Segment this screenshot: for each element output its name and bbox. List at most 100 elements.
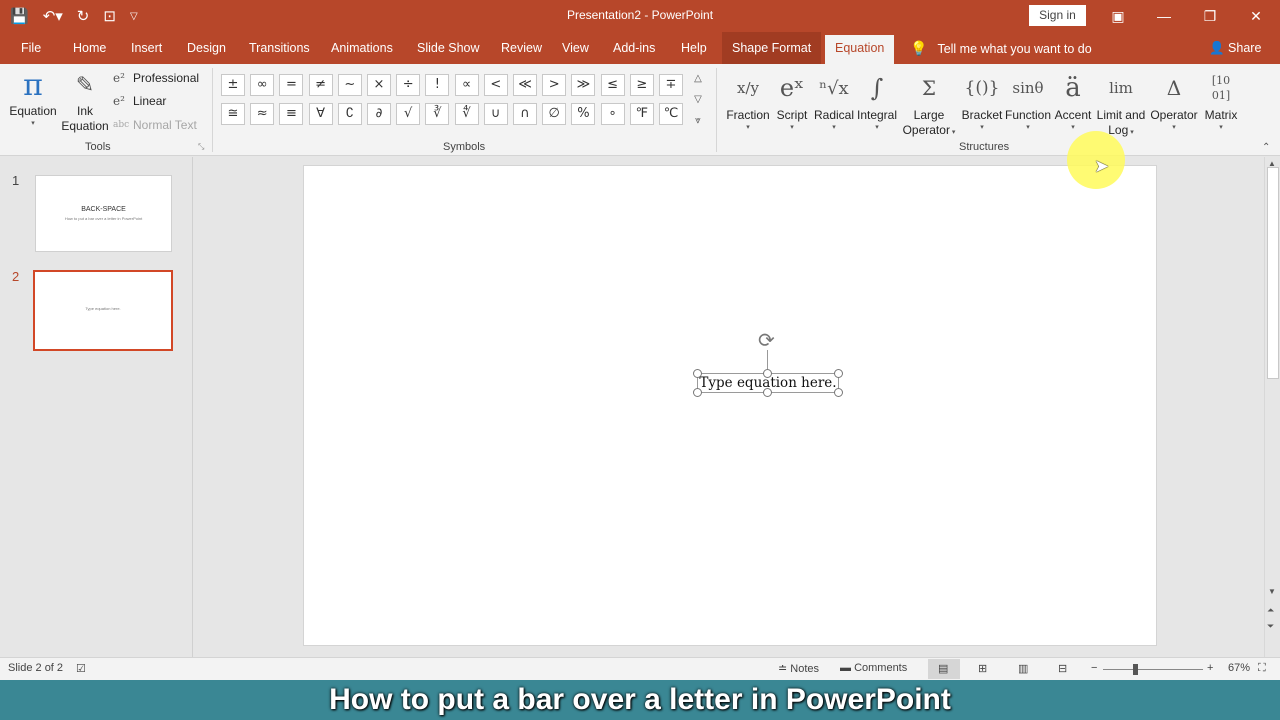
- symbol-button[interactable]: !: [425, 74, 450, 96]
- tab-transitions[interactable]: Transitions: [239, 32, 320, 64]
- resize-handle[interactable]: [693, 369, 702, 378]
- symbol-button[interactable]: ~: [337, 74, 362, 96]
- share-button[interactable]: 👤 Share: [1209, 32, 1261, 64]
- symbol-button[interactable]: %: [571, 103, 596, 125]
- tab-animations[interactable]: Animations: [321, 32, 403, 64]
- bracket-button[interactable]: {()} Bracket ▾: [959, 68, 1005, 133]
- next-slide-icon[interactable]: ⏷: [1267, 621, 1274, 632]
- tab-equation[interactable]: Equation: [825, 35, 895, 64]
- symbol-button[interactable]: ≡: [279, 103, 304, 125]
- symbol-button[interactable]: =: [279, 74, 304, 96]
- tell-me-search[interactable]: 💡 Tell me what you want to do: [910, 32, 1092, 64]
- scroll-up-icon[interactable]: △: [689, 70, 707, 88]
- symbol-button[interactable]: ÷: [396, 74, 421, 96]
- symbol-button[interactable]: ℉: [629, 103, 654, 125]
- symbol-button[interactable]: ≪: [513, 74, 537, 96]
- resize-handle[interactable]: [834, 369, 843, 378]
- comments-button[interactable]: ▬ Comments: [840, 662, 907, 674]
- accessibility-icon[interactable]: ☑: [76, 662, 86, 675]
- symbol-button[interactable]: ≥: [629, 74, 654, 96]
- slide-thumbnail-2[interactable]: Type equation here.: [33, 270, 173, 351]
- tab-home[interactable]: Home: [63, 32, 116, 64]
- collapse-ribbon-icon[interactable]: ⌃: [1262, 142, 1270, 153]
- symbol-button[interactable]: ∩: [513, 103, 537, 125]
- symbol-button[interactable]: >: [542, 74, 567, 96]
- slide-canvas[interactable]: [303, 165, 1157, 646]
- more-symbols-icon[interactable]: ⩔: [689, 112, 707, 130]
- minimize-icon[interactable]: —: [1141, 0, 1187, 32]
- symbol-button[interactable]: ℃: [659, 103, 683, 125]
- linear-button[interactable]: e² Linear: [113, 94, 166, 108]
- symbol-button[interactable]: ∘: [600, 103, 625, 125]
- fraction-button[interactable]: x/y Fraction ▾: [724, 68, 772, 133]
- zoom-slider-thumb[interactable]: [1133, 664, 1138, 675]
- restore-icon[interactable]: ❐: [1187, 0, 1233, 32]
- script-button[interactable]: eˣ Script ▾: [772, 68, 812, 133]
- symbol-button[interactable]: ±: [221, 74, 245, 96]
- slideshow-icon[interactable]: ⊟: [1058, 662, 1067, 675]
- tab-add-ins[interactable]: Add-ins: [603, 32, 665, 64]
- close-icon[interactable]: ✕: [1233, 0, 1279, 32]
- accent-button[interactable]: ä Accent ▾: [1051, 68, 1095, 133]
- resize-handle[interactable]: [834, 388, 843, 397]
- symbol-button[interactable]: ≤: [600, 74, 625, 96]
- slide-sorter-icon[interactable]: ⊞: [978, 662, 987, 675]
- resize-handle[interactable]: [763, 369, 772, 378]
- symbol-button[interactable]: ≅: [221, 103, 245, 125]
- scrollbar-thumb[interactable]: [1267, 167, 1279, 379]
- ink-equation-button[interactable]: ✎ Ink Equation: [60, 68, 110, 134]
- symbol-button[interactable]: ≫: [571, 74, 596, 96]
- notes-button[interactable]: ≐ Notes: [778, 662, 819, 675]
- symbol-button[interactable]: ×: [367, 74, 391, 96]
- symbol-button[interactable]: ∪: [483, 103, 508, 125]
- vertical-scrollbar[interactable]: ▲ ▼ ⏶ ⏷: [1264, 157, 1280, 657]
- normal-view-icon[interactable]: ▤: [938, 662, 948, 675]
- tab-view[interactable]: View: [552, 32, 599, 64]
- zoom-out-icon[interactable]: −: [1091, 662, 1097, 674]
- symbol-button[interactable]: ∅: [542, 103, 567, 125]
- symbol-button[interactable]: ∛: [425, 103, 450, 125]
- zoom-level[interactable]: 67%: [1228, 662, 1250, 674]
- reading-view-icon[interactable]: ▥: [1018, 662, 1028, 675]
- scroll-down-arrow-icon[interactable]: ▼: [1268, 587, 1276, 596]
- tab-design[interactable]: Design: [177, 32, 236, 64]
- function-button[interactable]: sinθ Function ▾: [1005, 68, 1051, 133]
- sign-in-button[interactable]: Sign in: [1029, 5, 1086, 26]
- fit-to-window-icon[interactable]: ⛶: [1258, 662, 1266, 675]
- matrix-button[interactable]: [10 01] Matrix ▾: [1201, 68, 1241, 133]
- dialog-launcher-icon[interactable]: ⤡: [198, 142, 204, 152]
- tab-review[interactable]: Review: [491, 32, 552, 64]
- tab-file[interactable]: File: [11, 32, 51, 64]
- symbol-button[interactable]: ∜: [454, 103, 479, 125]
- symbol-button[interactable]: ∝: [454, 74, 479, 96]
- equation-button[interactable]: π Equation ▾: [8, 68, 58, 129]
- zoom-in-icon[interactable]: +: [1207, 662, 1213, 674]
- previous-slide-icon[interactable]: ⏶: [1267, 605, 1274, 616]
- radical-button[interactable]: ⁿ√x Radical ▾: [812, 68, 856, 133]
- large-operator-button[interactable]: Σ Large Operator ▾: [899, 68, 959, 140]
- symbol-button[interactable]: ∂: [367, 103, 391, 125]
- symbol-button[interactable]: ∀: [308, 103, 333, 125]
- symbol-button[interactable]: ≠: [308, 74, 333, 96]
- tab-shape-format[interactable]: Shape Format: [722, 32, 822, 64]
- professional-button[interactable]: e² Professional: [113, 71, 199, 85]
- integral-button[interactable]: ∫ Integral ▾: [855, 68, 899, 133]
- scroll-down-icon[interactable]: ▽: [689, 91, 707, 109]
- tab-insert[interactable]: Insert: [121, 32, 172, 64]
- resize-handle[interactable]: [763, 388, 772, 397]
- symbol-button[interactable]: <: [483, 74, 508, 96]
- symbol-button[interactable]: √: [396, 103, 421, 125]
- normal-text-button[interactable]: abc Normal Text: [113, 118, 197, 132]
- tab-help[interactable]: Help: [671, 32, 717, 64]
- tab-slide-show[interactable]: Slide Show: [407, 32, 490, 64]
- symbol-button[interactable]: ∁: [337, 103, 362, 125]
- ribbon-display-icon[interactable]: ▣: [1095, 0, 1141, 32]
- operator-button[interactable]: Δ Operator ▾: [1147, 68, 1201, 133]
- resize-handle[interactable]: [693, 388, 702, 397]
- symbol-button[interactable]: ∞: [250, 74, 275, 96]
- symbol-button[interactable]: ≈: [250, 103, 275, 125]
- slide-thumbnail-1[interactable]: BACK-SPACE How to put a bar over a lette…: [35, 175, 172, 252]
- symbol-button[interactable]: ∓: [659, 74, 683, 96]
- limit-and-log-button[interactable]: lim Limit and Log ▾: [1095, 68, 1147, 140]
- zoom-slider[interactable]: [1103, 669, 1203, 670]
